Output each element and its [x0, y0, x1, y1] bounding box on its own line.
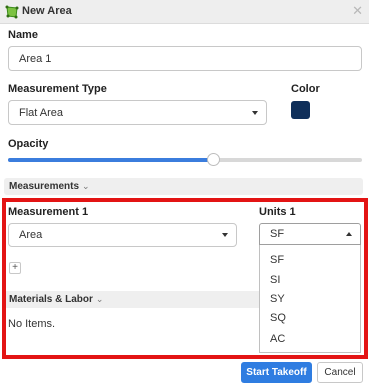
area-polygon-icon	[5, 5, 19, 19]
units-1-label: Units 1	[259, 206, 296, 218]
measurement-type-select[interactable]: Flat Area	[8, 100, 267, 125]
color-swatch[interactable]	[291, 101, 310, 119]
measurement-1-label: Measurement 1	[8, 206, 89, 218]
dialog-titlebar: New Area ✕	[0, 0, 369, 24]
chevron-down-icon	[222, 233, 228, 237]
name-input-value: Area 1	[19, 52, 52, 65]
units-option-sq[interactable]: SQ	[270, 312, 286, 324]
measurement-type-value: Flat Area	[19, 106, 64, 119]
units-dropdown-list: SF SI SY SQ AC	[259, 245, 361, 353]
opacity-label: Opacity	[8, 138, 49, 150]
chevron-down-icon	[252, 110, 258, 115]
start-takeoff-button[interactable]: Start Takeoff	[241, 362, 312, 383]
measurement-1-select[interactable]: Area	[8, 223, 237, 247]
name-label: Name	[8, 29, 38, 41]
chevron-down-icon: ⌄	[95, 294, 104, 304]
chevron-up-icon	[346, 232, 352, 236]
opacity-slider-fill	[8, 158, 214, 162]
materials-empty-text: No Items.	[8, 318, 56, 330]
units-1-value: SF	[270, 228, 285, 240]
chevron-down-icon: ⌄	[82, 181, 90, 191]
add-measurement-button[interactable]: +	[9, 262, 21, 274]
opacity-slider-track[interactable]	[8, 158, 362, 162]
measurement-1-value: Area	[19, 229, 43, 241]
measurement-type-label: Measurement Type	[8, 83, 107, 95]
materials-section-header[interactable]: Materials & Labor ⌄	[4, 291, 259, 308]
cancel-button[interactable]: Cancel	[317, 362, 363, 383]
name-input[interactable]: Area 1	[8, 46, 362, 71]
close-icon[interactable]: ✕	[352, 3, 363, 19]
opacity-slider-thumb[interactable]	[207, 153, 221, 166]
measurements-section-header[interactable]: Measurements ⌄	[4, 178, 363, 195]
units-option-ac[interactable]: AC	[270, 333, 285, 345]
units-option-sy[interactable]: SY	[270, 293, 285, 305]
color-label: Color	[291, 83, 320, 95]
units-option-sf[interactable]: SF	[270, 254, 284, 266]
materials-header-label: Materials & Labor	[9, 294, 93, 305]
dialog-title: New Area	[22, 5, 72, 17]
units-1-select[interactable]: SF	[259, 223, 361, 245]
measurements-header-label: Measurements	[9, 181, 80, 192]
units-option-si[interactable]: SI	[270, 274, 280, 286]
